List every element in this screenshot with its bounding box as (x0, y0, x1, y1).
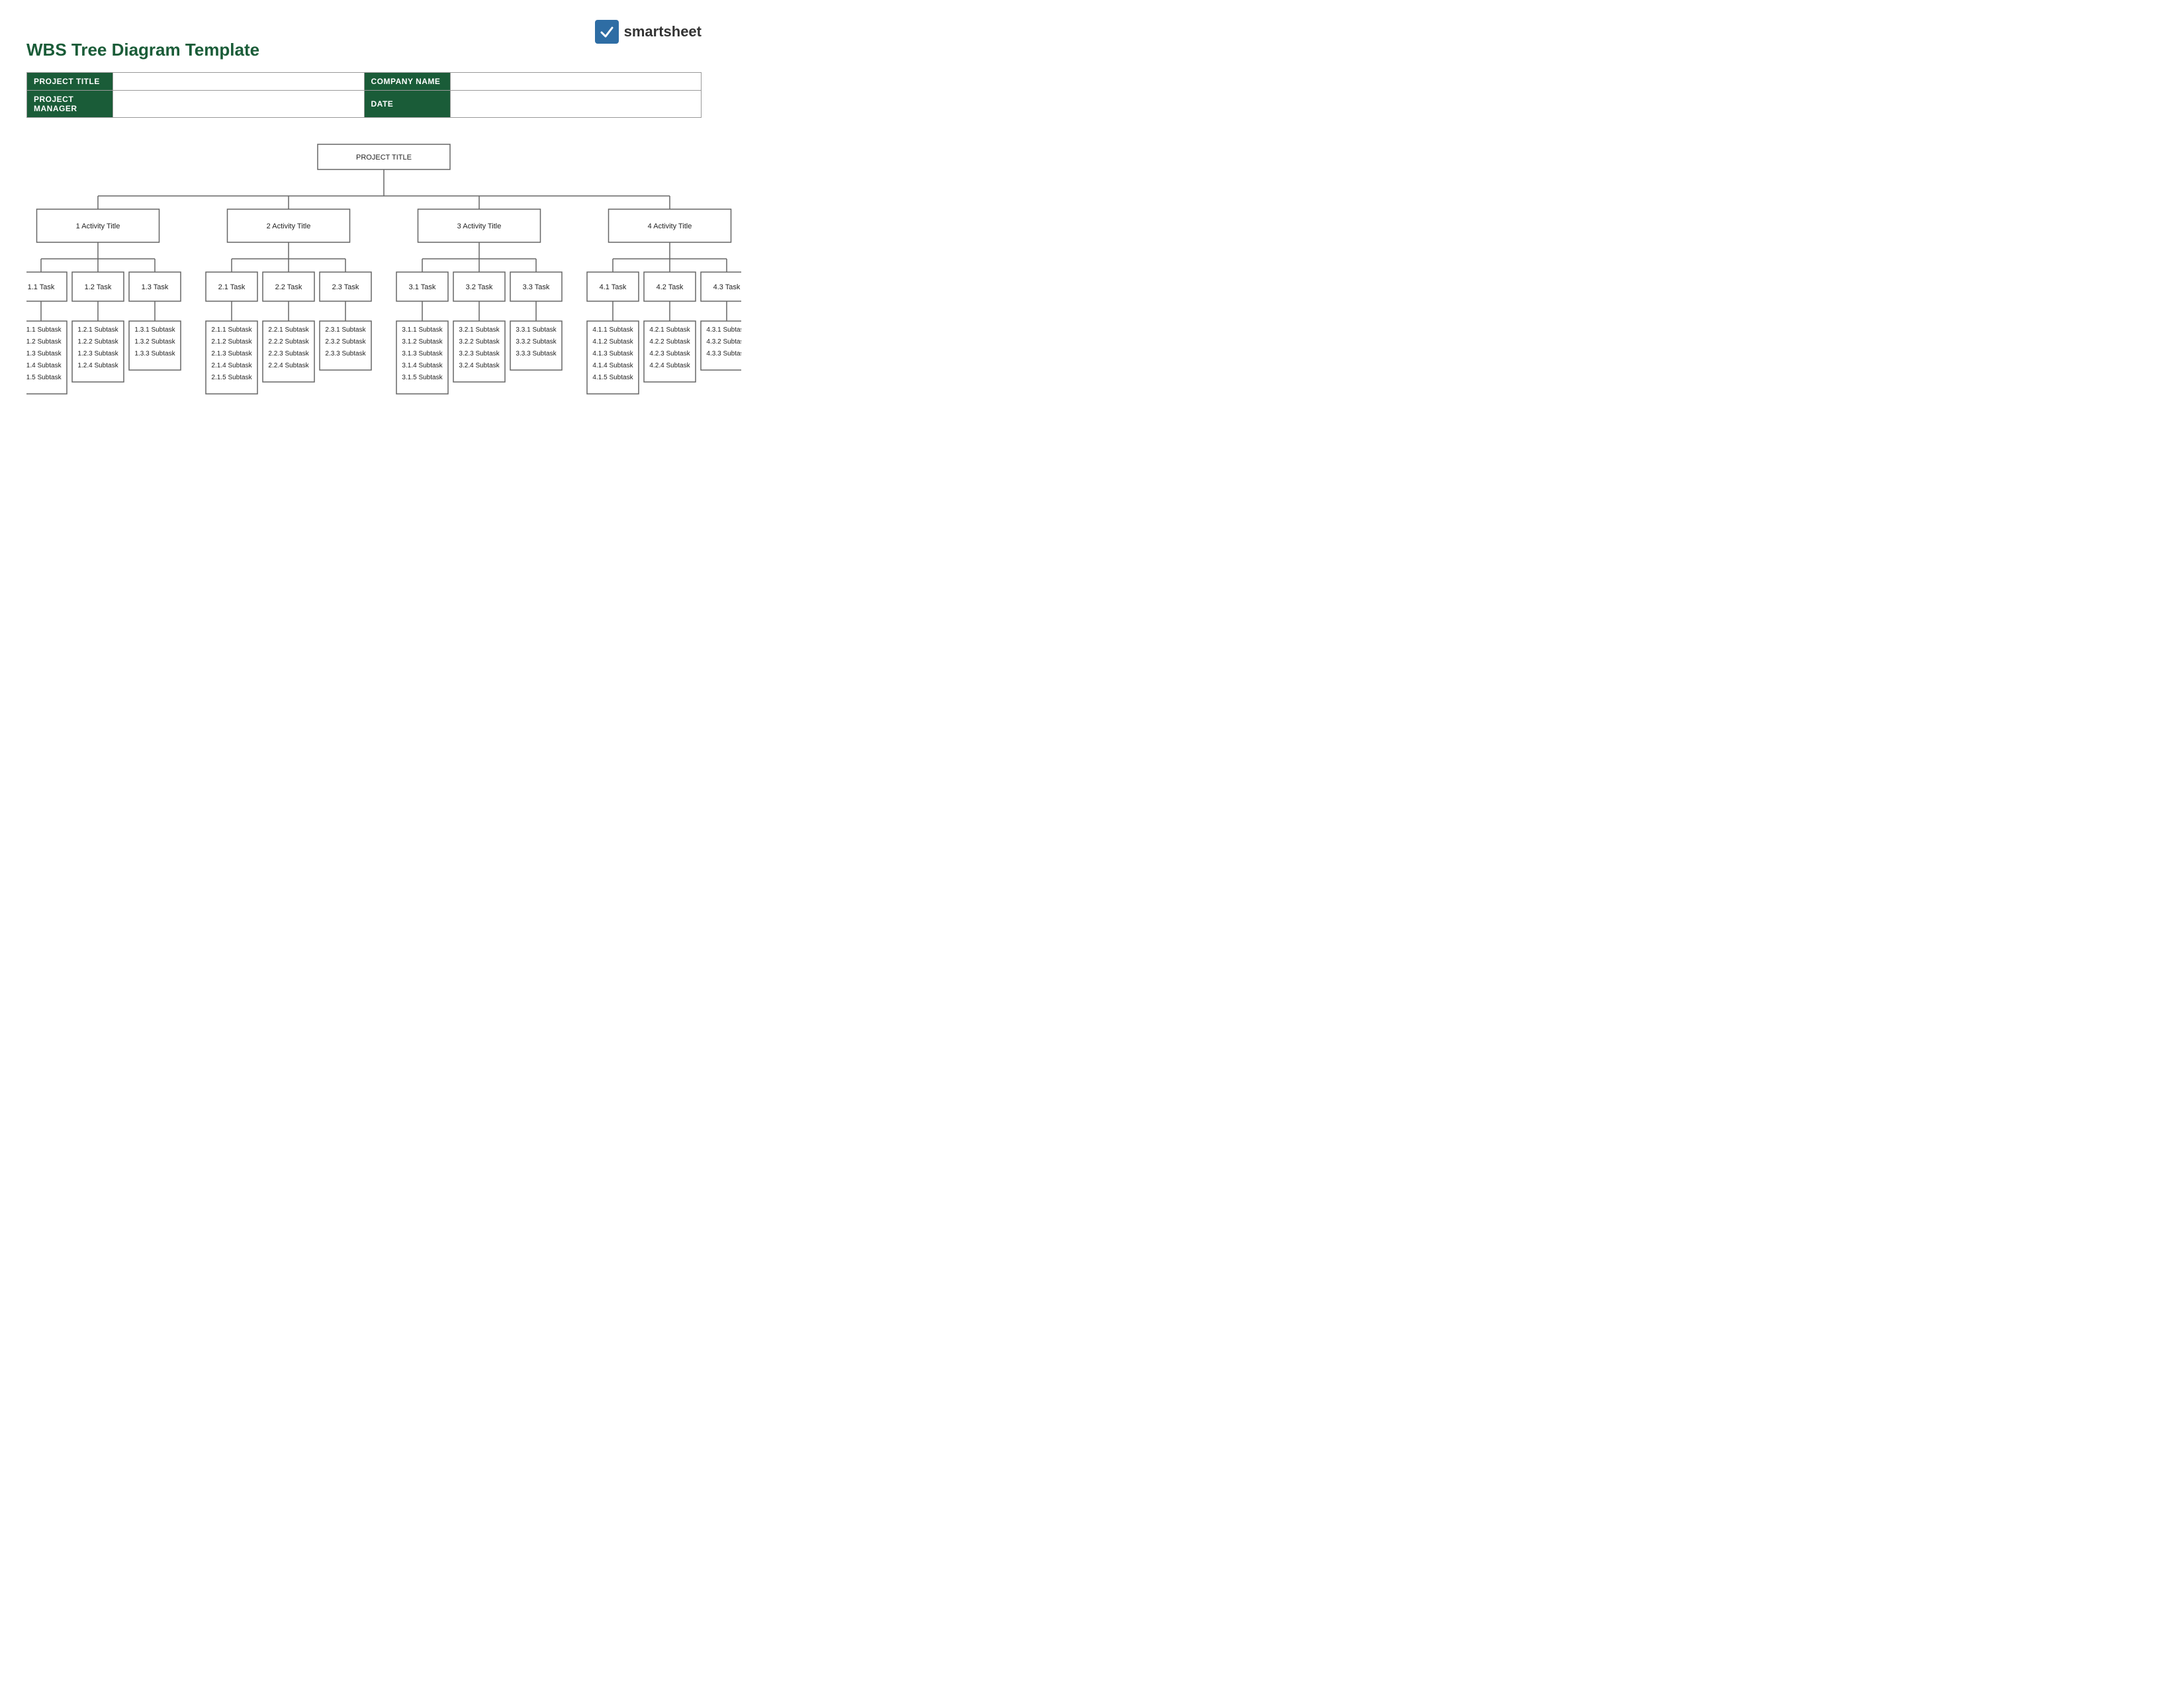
svg-text:PROJECT TITLE: PROJECT TITLE (356, 154, 412, 162)
page-header: WBS Tree Diagram Template smartsheet (26, 20, 702, 60)
svg-text:2.3.1 Subtask: 2.3.1 Subtask (325, 326, 366, 334)
svg-text:4.2.4 Subtask: 4.2.4 Subtask (649, 362, 690, 369)
svg-text:1.2.2 Subtask: 1.2.2 Subtask (77, 338, 118, 346)
svg-text:4.2.1 Subtask: 4.2.1 Subtask (649, 326, 690, 334)
logo-sheet: sheet (664, 23, 702, 40)
svg-text:1.2.3 Subtask: 1.2.3 Subtask (77, 350, 118, 357)
svg-text:3.3.1 Subtask: 3.3.1 Subtask (516, 326, 557, 334)
svg-text:2.2 Task: 2.2 Task (275, 283, 302, 291)
svg-text:2.3.3 Subtask: 2.3.3 Subtask (325, 350, 366, 357)
company-name-value[interactable] (450, 73, 702, 91)
svg-text:3.2 Task: 3.2 Task (466, 283, 493, 291)
svg-text:4.1 Task: 4.1 Task (600, 283, 627, 291)
svg-text:2.1 Task: 2.1 Task (218, 283, 246, 291)
svg-text:4.1.1 Subtask: 4.1.1 Subtask (592, 326, 633, 334)
svg-text:2.2.3 Subtask: 2.2.3 Subtask (268, 350, 309, 357)
logo-text: smartsheet (624, 23, 702, 40)
page-title: WBS Tree Diagram Template (26, 40, 259, 60)
svg-text:1.1.5 Subtask: 1.1.5 Subtask (26, 374, 62, 381)
svg-text:3.2.1 Subtask: 3.2.1 Subtask (459, 326, 500, 334)
svg-text:1.3.1 Subtask: 1.3.1 Subtask (134, 326, 175, 334)
svg-text:1.1.4 Subtask: 1.1.4 Subtask (26, 362, 62, 369)
svg-text:2.1.4 Subtask: 2.1.4 Subtask (211, 362, 252, 369)
logo-smart: smart (624, 23, 664, 40)
svg-text:4.1.2 Subtask: 4.1.2 Subtask (592, 338, 633, 346)
svg-text:3.1.2 Subtask: 3.1.2 Subtask (402, 338, 443, 346)
svg-text:3.3.2 Subtask: 3.3.2 Subtask (516, 338, 557, 346)
svg-text:4.3.1 Subtask: 4.3.1 Subtask (706, 326, 741, 334)
svg-text:3.1 Task: 3.1 Task (409, 283, 436, 291)
svg-text:2.2.4 Subtask: 2.2.4 Subtask (268, 362, 309, 369)
svg-text:4 Activity Title: 4 Activity Title (648, 222, 692, 230)
svg-text:2.3 Task: 2.3 Task (332, 283, 359, 291)
svg-text:1.3.3 Subtask: 1.3.3 Subtask (134, 350, 175, 357)
svg-text:2.1.5 Subtask: 2.1.5 Subtask (211, 374, 252, 381)
svg-text:3.2.3 Subtask: 3.2.3 Subtask (459, 350, 500, 357)
logo: smartsheet (595, 20, 702, 44)
svg-text:2.3.2 Subtask: 2.3.2 Subtask (325, 338, 366, 346)
svg-text:1 Activity Title: 1 Activity Title (76, 222, 120, 230)
date-label: DATE (364, 91, 450, 118)
logo-check-icon (595, 20, 619, 44)
svg-text:4.3 Task: 4.3 Task (713, 283, 741, 291)
svg-text:3.3.3 Subtask: 3.3.3 Subtask (516, 350, 557, 357)
svg-text:4.2 Task: 4.2 Task (657, 283, 684, 291)
svg-text:3.1.4 Subtask: 3.1.4 Subtask (402, 362, 443, 369)
svg-text:2.2.2 Subtask: 2.2.2 Subtask (268, 338, 309, 346)
svg-text:4.2.2 Subtask: 4.2.2 Subtask (649, 338, 690, 346)
svg-text:3.1.3 Subtask: 3.1.3 Subtask (402, 350, 443, 357)
svg-text:4.3.2 Subtask: 4.3.2 Subtask (706, 338, 741, 346)
svg-text:1.3 Task: 1.3 Task (142, 283, 169, 291)
svg-text:4.2.3 Subtask: 4.2.3 Subtask (649, 350, 690, 357)
svg-text:2.1.2 Subtask: 2.1.2 Subtask (211, 338, 252, 346)
svg-text:3.3 Task: 3.3 Task (523, 283, 550, 291)
company-name-label: COMPANY NAME (364, 73, 450, 91)
info-table: PROJECT TITLE COMPANY NAME PROJECT MANAG… (26, 72, 702, 118)
date-value[interactable] (450, 91, 702, 118)
svg-text:4.3.3 Subtask: 4.3.3 Subtask (706, 350, 741, 357)
svg-text:1.2.4 Subtask: 1.2.4 Subtask (77, 362, 118, 369)
svg-text:1.1.2 Subtask: 1.1.2 Subtask (26, 338, 62, 346)
svg-text:1.1 Task: 1.1 Task (28, 283, 55, 291)
svg-text:4.1.4 Subtask: 4.1.4 Subtask (592, 362, 633, 369)
svg-text:1.1.1 Subtask: 1.1.1 Subtask (26, 326, 62, 334)
svg-text:3.1.1 Subtask: 3.1.1 Subtask (402, 326, 443, 334)
svg-text:2.2.1 Subtask: 2.2.1 Subtask (268, 326, 309, 334)
svg-text:1.1.3 Subtask: 1.1.3 Subtask (26, 350, 62, 357)
project-title-label: PROJECT TITLE (27, 73, 113, 91)
svg-text:2 Activity Title: 2 Activity Title (267, 222, 311, 230)
svg-text:3.2.2 Subtask: 3.2.2 Subtask (459, 338, 500, 346)
svg-text:3.1.5 Subtask: 3.1.5 Subtask (402, 374, 443, 381)
svg-text:3 Activity Title: 3 Activity Title (457, 222, 502, 230)
svg-text:1.2.1 Subtask: 1.2.1 Subtask (77, 326, 118, 334)
project-manager-value[interactable] (113, 91, 365, 118)
svg-text:2.1.3 Subtask: 2.1.3 Subtask (211, 350, 252, 357)
svg-text:1.3.2 Subtask: 1.3.2 Subtask (134, 338, 175, 346)
svg-text:1.2 Task: 1.2 Task (85, 283, 112, 291)
svg-text:4.1.3 Subtask: 4.1.3 Subtask (592, 350, 633, 357)
svg-text:2.1.1 Subtask: 2.1.1 Subtask (211, 326, 252, 334)
project-title-value[interactable] (113, 73, 365, 91)
project-manager-label: PROJECT MANAGER (27, 91, 113, 118)
svg-text:3.2.4 Subtask: 3.2.4 Subtask (459, 362, 500, 369)
svg-text:4.1.5 Subtask: 4.1.5 Subtask (592, 374, 633, 381)
wbs-tree: .wbs-text { font-family: Arial, sans-ser… (26, 138, 702, 407)
